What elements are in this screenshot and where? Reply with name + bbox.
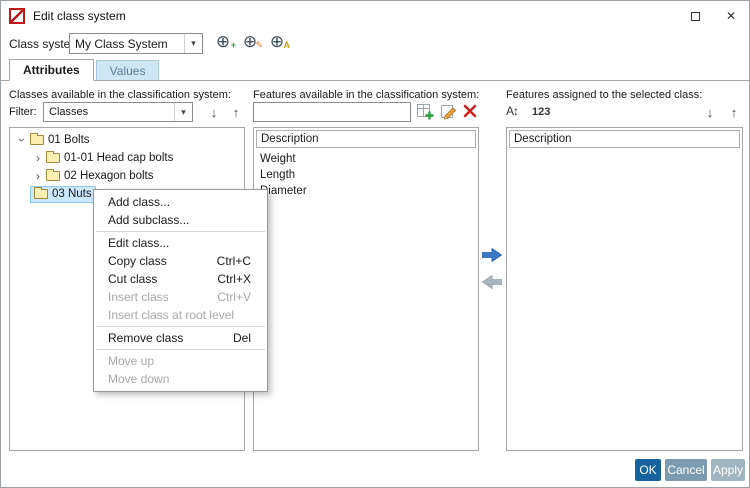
globe-icon: ⊕ xyxy=(215,32,231,51)
cancel-button[interactable]: Cancel xyxy=(665,459,707,481)
menu-item-move-down: Move down xyxy=(108,372,170,386)
chevron-down-icon[interactable]: ▾ xyxy=(184,34,202,53)
tree-item-02-hexagon-bolts[interactable]: › 02 Hexagon bolts xyxy=(10,167,244,185)
available-features-list: Description Weight Length Diameter xyxy=(253,127,479,451)
apply-button[interactable]: Apply xyxy=(711,459,745,481)
shortcut-label: Ctrl+X xyxy=(217,272,251,286)
menu-item-edit-class[interactable]: Edit class... xyxy=(94,234,267,252)
tree-item-label: 01-01 Head cap bolts xyxy=(64,152,174,164)
app-icon xyxy=(9,8,25,24)
menu-item-copy-class[interactable]: Copy class Ctrl+C xyxy=(94,252,267,270)
title-bar: Edit class system xyxy=(1,1,749,31)
tree-item-label: 01 Bolts xyxy=(48,134,90,146)
menu-item-add-class[interactable]: Add class... xyxy=(94,193,267,211)
window-controls: ✕ xyxy=(677,1,749,31)
delete-icon xyxy=(463,104,477,118)
class-system-dropdown[interactable]: My Class System ▾ xyxy=(69,33,203,54)
edit-class-system-dialog: Edit class system ✕ Class system: My Cla… xyxy=(0,0,750,488)
globe-icon: ⊕ xyxy=(269,32,285,51)
filter-label: Filter: xyxy=(9,106,37,118)
expand-icon[interactable]: › xyxy=(32,169,44,183)
plus-badge-icon: + xyxy=(230,40,236,50)
tree-item-01-bolts[interactable]: › 01 Bolts xyxy=(10,131,244,149)
list-item[interactable]: Weight xyxy=(257,151,475,167)
edit-feature-button[interactable] xyxy=(440,103,457,120)
class-context-menu: Add class... Add subclass... Edit class.… xyxy=(93,189,268,392)
add-feature-button[interactable] xyxy=(417,103,434,120)
classes-panel-header: Classes available in the classification … xyxy=(9,89,231,101)
menu-item-remove-class[interactable]: Remove class Del xyxy=(94,329,267,347)
list-item[interactable]: Length xyxy=(257,167,475,183)
selected-tree-item[interactable]: 03 Nuts xyxy=(30,185,96,203)
filter-value: Classes xyxy=(49,106,89,118)
column-header[interactable]: Description xyxy=(509,130,740,148)
move-feature-up-button[interactable]: ↑ xyxy=(725,102,743,122)
tab-attributes[interactable]: Attributes xyxy=(9,59,94,81)
menu-item-move-up: Move up xyxy=(108,354,155,368)
window-title: Edit class system xyxy=(33,9,126,23)
shortcut-label: Del xyxy=(232,331,251,345)
tree-item-01-01-head-cap-bolts[interactable]: › 01-01 Head cap bolts xyxy=(10,149,244,167)
assigned-features-list: Description xyxy=(506,127,743,451)
list-item[interactable]: Diameter xyxy=(257,183,475,199)
folder-icon xyxy=(30,133,44,145)
assigned-items xyxy=(507,150,742,152)
arrow-right-icon xyxy=(481,247,503,263)
feature-items: Weight Length Diameter xyxy=(254,150,478,200)
move-feature-down-button[interactable]: ↓ xyxy=(701,102,719,122)
sort-alphabetical-button[interactable]: A↕ xyxy=(506,104,519,118)
menu-item-add-subclass[interactable]: Add subclass... xyxy=(94,211,267,229)
expand-icon[interactable]: › xyxy=(32,151,44,165)
tree-item-label: 02 Hexagon bolts xyxy=(64,170,154,182)
filter-dropdown[interactable]: Classes ▾ xyxy=(43,102,193,122)
edit-class-system-button[interactable]: ⊕ ✎ xyxy=(240,32,263,52)
add-feature-icon xyxy=(417,104,434,120)
maximize-icon xyxy=(690,11,700,21)
assigned-panel-header: Features assigned to the selected class: xyxy=(506,89,703,101)
move-class-down-button[interactable]: ↓ xyxy=(205,102,223,122)
menu-item-insert-class-at-root-level: Insert class at root level xyxy=(108,308,235,322)
folder-icon xyxy=(46,169,60,181)
close-button[interactable]: ✕ xyxy=(713,1,749,31)
feature-search-input[interactable] xyxy=(253,102,411,122)
unassign-feature-button[interactable] xyxy=(481,274,503,290)
menu-separator xyxy=(96,349,265,350)
menu-item-insert-class: Insert class Ctrl+V xyxy=(108,290,251,304)
letter-badge-icon: A xyxy=(283,40,291,50)
delete-feature-button[interactable] xyxy=(462,103,479,120)
chevron-down-icon[interactable]: ▾ xyxy=(174,103,192,121)
folder-icon xyxy=(34,187,48,199)
shortcut-label: Ctrl+V xyxy=(217,290,251,304)
menu-separator xyxy=(96,231,265,232)
assign-feature-button[interactable] xyxy=(481,247,503,263)
pencil-badge-icon: ✎ xyxy=(255,40,263,50)
features-panel-header: Features available in the classification… xyxy=(253,89,480,101)
menu-item-cut-class[interactable]: Cut class Ctrl+X xyxy=(94,270,267,288)
sort-numeric-button[interactable]: 123 xyxy=(532,106,550,118)
ok-button[interactable]: OK xyxy=(635,459,661,481)
folder-icon xyxy=(46,151,60,163)
maximize-button[interactable] xyxy=(677,1,713,31)
tree-item-label: 03 Nuts xyxy=(52,188,92,200)
tab-values[interactable]: Values xyxy=(95,60,160,80)
menu-separator xyxy=(96,326,265,327)
translate-class-system-button[interactable]: ⊕ A xyxy=(267,32,290,52)
class-system-value: My Class System xyxy=(75,36,168,51)
tab-bar: Attributes Values xyxy=(1,58,749,81)
edit-feature-icon xyxy=(441,105,457,120)
arrow-left-icon xyxy=(481,274,503,290)
collapse-icon[interactable]: › xyxy=(15,134,29,146)
column-header[interactable]: Description xyxy=(256,130,476,148)
shortcut-label: Ctrl+C xyxy=(216,254,251,268)
move-class-up-button[interactable]: ↑ xyxy=(227,102,245,122)
add-class-system-button[interactable]: ⊕ + xyxy=(213,32,236,52)
